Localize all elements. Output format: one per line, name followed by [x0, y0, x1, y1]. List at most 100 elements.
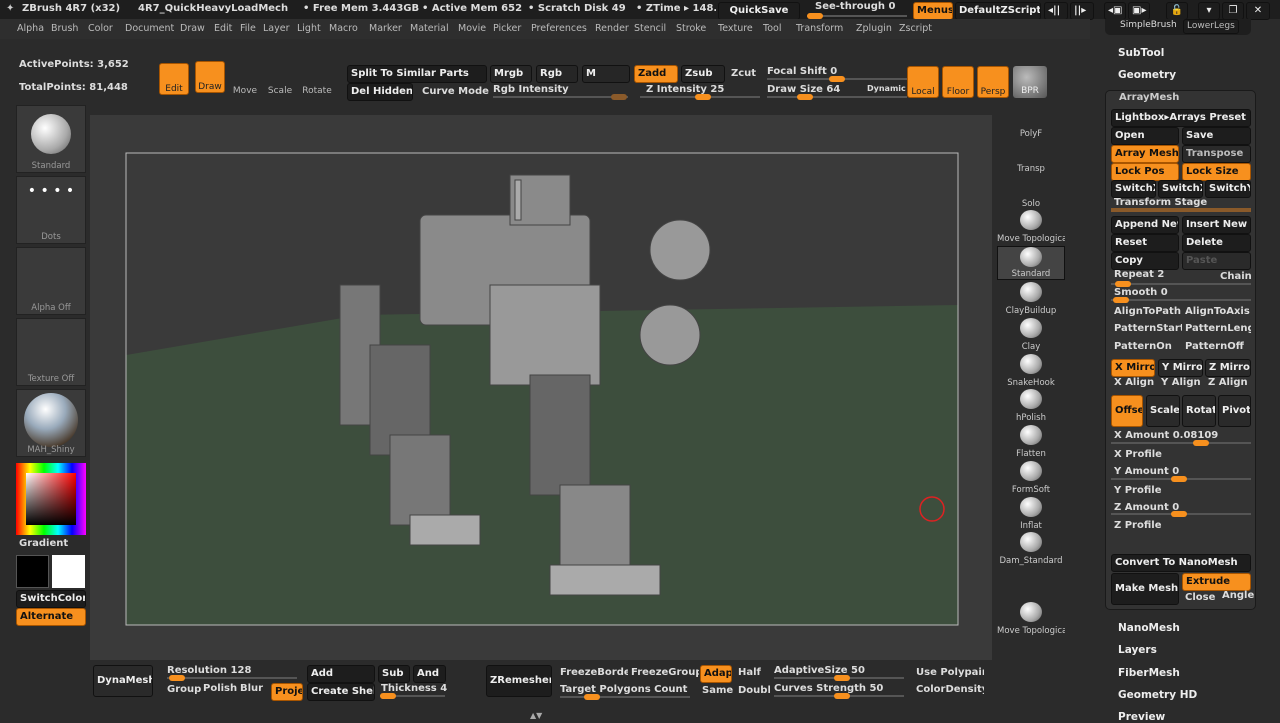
menu-picker[interactable]: Picker: [493, 23, 521, 34]
angle-slider[interactable]: Angle: [1222, 590, 1254, 601]
subtool-header[interactable]: SubTool: [1118, 47, 1164, 59]
brush-dam-standard[interactable]: Dam_Standard: [997, 532, 1065, 566]
y-align-slider[interactable]: Y Align: [1161, 377, 1201, 388]
menu-document[interactable]: Document: [125, 23, 174, 34]
pattern-start-slider[interactable]: PatternStart: [1114, 323, 1182, 334]
alpha-selector[interactable]: Alpha Off: [16, 247, 86, 315]
rgb-button[interactable]: Rgb: [536, 65, 578, 83]
add-button[interactable]: Add: [307, 665, 375, 683]
rotate-tab[interactable]: Rotate: [1182, 395, 1216, 427]
menu-light[interactable]: Light: [297, 23, 321, 34]
alternate-button[interactable]: Alternate: [16, 608, 86, 626]
y-profile-button[interactable]: Y Profile: [1114, 485, 1161, 496]
transpose-button[interactable]: Transpose: [1182, 145, 1251, 163]
edit-button[interactable]: Edit: [159, 63, 189, 95]
menu-draw[interactable]: Draw: [180, 23, 205, 34]
double-toggle[interactable]: Double: [738, 685, 770, 696]
dynamic-toggle[interactable]: Dynamic: [867, 84, 906, 93]
menu-edit[interactable]: Edit: [214, 23, 232, 34]
z-mirror-toggle[interactable]: Z Mirror: [1205, 359, 1251, 377]
open-button[interactable]: Open: [1111, 127, 1179, 145]
m-button[interactable]: M: [582, 65, 630, 83]
curve-mode-button[interactable]: Curve Mode: [422, 86, 489, 97]
menu-material[interactable]: Material: [410, 23, 449, 34]
use-polypaint-toggle[interactable]: Use Polypaint: [916, 667, 984, 678]
align-to-path-toggle[interactable]: AlignToPath: [1114, 306, 1181, 317]
menu-texture[interactable]: Texture: [718, 23, 753, 34]
arraymesh-header[interactable]: ArrayMesh: [1119, 92, 1179, 103]
project-toggle[interactable]: Project: [271, 683, 303, 701]
save-button[interactable]: Save: [1182, 127, 1251, 145]
menu-layer[interactable]: Layer: [263, 23, 290, 34]
pattern-length-slider[interactable]: PatternLength: [1185, 323, 1251, 334]
shelf-toggle-icon[interactable]: ▲▼: [530, 711, 552, 720]
switchx-button-1[interactable]: SwitchX: [1111, 180, 1156, 198]
half-toggle[interactable]: Half: [738, 667, 761, 678]
menus-button[interactable]: Menus: [913, 2, 953, 20]
del-hidden-button[interactable]: Del Hidden: [347, 83, 413, 101]
resolution-slider[interactable]: [167, 675, 297, 681]
draw-button[interactable]: Draw: [195, 61, 225, 93]
color-picker[interactable]: [16, 463, 86, 535]
brush-formsoft[interactable]: FormSoft: [997, 461, 1065, 495]
brush-flatten[interactable]: Flatten: [997, 425, 1065, 459]
blur-slider[interactable]: Blur: [240, 683, 263, 694]
nanomesh-header[interactable]: NanoMesh: [1118, 622, 1180, 634]
y-mirror-toggle[interactable]: Y Mirror: [1158, 359, 1203, 377]
same-toggle[interactable]: Same: [702, 685, 733, 696]
subtool-simplebrush[interactable]: SimpleBrush: [1120, 20, 1177, 30]
and-button[interactable]: And: [413, 665, 446, 683]
adapt-toggle[interactable]: Adapt: [700, 665, 732, 683]
menu-file[interactable]: File: [240, 23, 256, 34]
menu-brush[interactable]: Brush: [51, 23, 78, 34]
lock-size-toggle[interactable]: Lock Size: [1182, 163, 1251, 181]
chain-toggle[interactable]: Chain: [1220, 271, 1252, 282]
pivot-tab[interactable]: Pivot: [1218, 395, 1251, 427]
transp-button[interactable]: Transp: [997, 140, 1065, 174]
freeze-groups-toggle[interactable]: FreezeGroups: [631, 667, 699, 678]
lock-icon[interactable]: 🔓: [1166, 2, 1188, 20]
brush-move-topological-2[interactable]: Move Topological: [997, 602, 1065, 636]
solo-button[interactable]: Solo: [997, 175, 1065, 209]
canvas[interactable]: [90, 115, 992, 660]
restore-icon[interactable]: ❐: [1222, 2, 1244, 20]
reset-button[interactable]: Reset: [1111, 234, 1179, 252]
curves-strength-slider[interactable]: [774, 693, 904, 699]
create-shell-button[interactable]: Create Shell: [307, 683, 375, 701]
menu-stroke[interactable]: Stroke: [676, 23, 706, 34]
scale-button[interactable]: Scale: [265, 66, 295, 98]
z-intensity-slider[interactable]: [640, 94, 760, 100]
layout-next-icon[interactable]: ▣▸: [1128, 2, 1150, 20]
layout-prev-icon[interactable]: ◂▣: [1104, 2, 1126, 20]
paste-button[interactable]: Paste: [1182, 252, 1251, 270]
pattern-off-slider[interactable]: PatternOff: [1185, 341, 1244, 352]
z-profile-button[interactable]: Z Profile: [1114, 520, 1162, 531]
dynamesh-button[interactable]: DynaMesh: [93, 665, 153, 697]
x-profile-button[interactable]: X Profile: [1114, 449, 1162, 460]
extrude-toggle[interactable]: Extrude: [1182, 573, 1251, 591]
bpr-button[interactable]: BPR: [1013, 66, 1047, 98]
lightbox-arrays-button[interactable]: Lightbox▸Arrays Preset: [1111, 109, 1251, 127]
array-mesh-toggle[interactable]: Array Mesh: [1111, 145, 1179, 163]
texture-selector[interactable]: Texture Off: [16, 318, 86, 386]
color-density-slider[interactable]: ColorDensity: [916, 684, 984, 695]
move-button[interactable]: Move: [230, 66, 260, 98]
menu-preferences[interactable]: Preferences: [531, 23, 587, 34]
group-toggle[interactable]: Group: [167, 684, 201, 695]
menu-transform[interactable]: Transform: [796, 23, 843, 34]
material-selector[interactable]: MAH_Shiny: [16, 389, 86, 457]
pattern-on-slider[interactable]: PatternOn: [1114, 341, 1172, 352]
layers-header[interactable]: Layers: [1118, 644, 1157, 656]
sub-button[interactable]: Sub: [378, 665, 410, 683]
scale-tab[interactable]: Scale: [1146, 395, 1180, 427]
insert-new-button[interactable]: Insert New: [1182, 216, 1251, 234]
transform-stage-slider[interactable]: [1111, 208, 1251, 212]
preview-header[interactable]: Preview: [1118, 711, 1165, 723]
brush-inflat[interactable]: Inflat: [997, 497, 1065, 531]
brush-claybuildup[interactable]: ClayBuildup: [997, 282, 1065, 316]
gradient-toggle[interactable]: Gradient: [19, 538, 68, 549]
menu-macro[interactable]: Macro: [329, 23, 358, 34]
menu-movie[interactable]: Movie: [458, 23, 486, 34]
subtool-lowerlegs[interactable]: LowerLegs: [1183, 19, 1239, 34]
repeat-slider[interactable]: [1111, 281, 1251, 287]
